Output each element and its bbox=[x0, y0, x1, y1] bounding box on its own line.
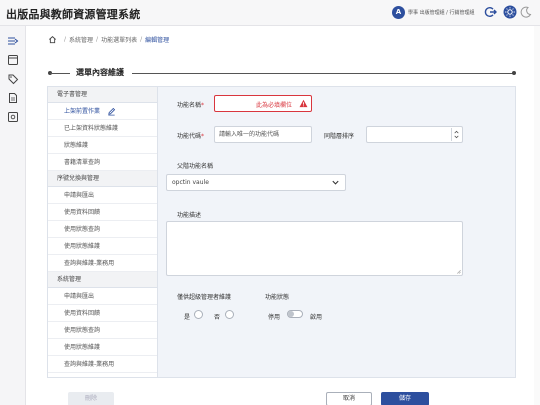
breadcrumb-separator: / bbox=[140, 35, 143, 43]
sibling-order-input[interactable] bbox=[366, 126, 463, 143]
home-icon[interactable] bbox=[48, 35, 57, 44]
function-name-label-text: 功能名稱 bbox=[177, 102, 202, 109]
settings-doc-icon[interactable] bbox=[7, 111, 19, 123]
function-code-input[interactable]: 請輸入唯一的功能代碼 bbox=[214, 126, 312, 143]
status-disable-label: 停用 bbox=[268, 314, 281, 321]
sibling-order-label: 同階層排序 bbox=[324, 133, 355, 140]
submenu-item-usage-maintenance[interactable]: 使用狀態維護 bbox=[48, 238, 157, 255]
function-status-toggle[interactable] bbox=[287, 310, 303, 318]
cancel-button[interactable]: 取消 bbox=[326, 392, 372, 405]
submenu-item-usage-maintenance[interactable]: 使用狀態維護 bbox=[48, 339, 157, 356]
section-line-dot bbox=[512, 71, 516, 75]
submenu-item-usage-query[interactable]: 使用狀態查詢 bbox=[48, 322, 157, 339]
function-code-label: 功能代碼* bbox=[177, 131, 204, 140]
submenu-item-apply-export[interactable]: 申請與匯出 bbox=[48, 187, 157, 204]
admin-only-yes-label: 是 bbox=[184, 314, 191, 321]
logout-icon[interactable] bbox=[484, 5, 498, 19]
submenu-item-query-sales[interactable]: 查詢與維護-業務用 bbox=[48, 255, 157, 272]
submenu-item-pre-launch[interactable]: 上架前置作業 bbox=[48, 103, 157, 120]
admin-only-no-radio[interactable] bbox=[225, 310, 234, 319]
app-header: 出版品與教師資源管理系統 A 學事 出版管理組 / 行銷管理組 bbox=[0, 0, 540, 26]
admin-only-yes-radio[interactable] bbox=[194, 310, 203, 319]
submenu-item-usage-feedback[interactable]: 使用資料回饋 bbox=[48, 204, 157, 221]
section-divider-left bbox=[50, 73, 70, 74]
user-name[interactable]: 學事 出版管理組 / 行銷管理組 bbox=[408, 9, 474, 16]
stepper-arrows-icon[interactable] bbox=[451, 128, 461, 141]
admin-only-label: 僅供超級管理者維護 bbox=[177, 294, 232, 301]
tag-icon[interactable] bbox=[7, 73, 19, 85]
breadcrumb-item-current: 編輯管理 bbox=[145, 36, 170, 44]
submenu-item-usage-query[interactable]: 使用狀態查詢 bbox=[48, 221, 157, 238]
required-mark: * bbox=[201, 133, 205, 140]
parent-function-select[interactable]: opctin vaule bbox=[166, 174, 346, 191]
parent-function-label: 父階功能名稱 bbox=[177, 163, 214, 170]
breadcrumb-separator: / bbox=[64, 35, 67, 43]
chevron-down-icon bbox=[332, 180, 339, 185]
save-button[interactable]: 儲存 bbox=[381, 392, 429, 405]
user-avatar[interactable]: A bbox=[392, 6, 405, 19]
submenu-item-status-maintenance[interactable]: 狀態維護 bbox=[48, 137, 157, 154]
submenu-group-serial[interactable]: 序號兌換與管理 bbox=[48, 171, 157, 187]
required-mark: * bbox=[201, 102, 205, 109]
breadcrumb: / 系統管理 / 功能選單列表 / 編輯管理 bbox=[48, 33, 169, 45]
left-rail bbox=[0, 26, 26, 405]
function-description-textarea[interactable] bbox=[166, 221, 463, 276]
submenu-item-usage-feedback[interactable]: 使用資料回饋 bbox=[48, 305, 157, 322]
function-name-error: 此為必填欄位 bbox=[256, 102, 293, 109]
parent-function-value: opctin vaule bbox=[172, 179, 209, 186]
edit-icon bbox=[108, 107, 116, 116]
dark-mode-icon[interactable] bbox=[519, 5, 533, 19]
submenu-item-listed-status[interactable]: 已上架資料狀態維護 bbox=[48, 120, 157, 137]
admin-only-no-label: 否 bbox=[214, 314, 221, 321]
resize-handle-icon[interactable] bbox=[456, 269, 461, 274]
delete-button[interactable]: 刪除 bbox=[68, 392, 114, 405]
breadcrumb-item-system[interactable]: 系統管理 bbox=[69, 35, 93, 44]
document-icon[interactable] bbox=[7, 92, 19, 104]
app-title: 出版品與教師資源管理系統 bbox=[6, 8, 141, 21]
breadcrumb-item-menu-list[interactable]: 功能選單列表 bbox=[101, 35, 137, 44]
function-submenu: 電子書管理 上架前置作業 已上架資料狀態維護 狀態維護 書籍清單查詢 序號兌換與… bbox=[47, 86, 158, 378]
function-status-label: 功能狀態 bbox=[265, 294, 290, 301]
section-divider-right bbox=[132, 73, 514, 74]
warning-icon bbox=[299, 99, 308, 108]
submenu-item-label: 上架前置作業 bbox=[64, 108, 101, 115]
submenu-group-ebook[interactable]: 電子書管理 bbox=[48, 87, 157, 103]
expand-menu-icon[interactable] bbox=[7, 35, 19, 47]
page-scrollbar[interactable] bbox=[534, 26, 540, 405]
section-title: 選單內容維護 bbox=[73, 67, 127, 78]
light-mode-icon[interactable] bbox=[503, 5, 517, 19]
function-name-label: 功能名稱* bbox=[177, 100, 204, 109]
function-name-input[interactable]: 此為必填欄位 bbox=[214, 95, 312, 112]
submenu-group-system[interactable]: 系統管理 bbox=[48, 272, 157, 288]
function-description-label: 功能描述 bbox=[177, 212, 202, 219]
submenu-item-book-list[interactable]: 書籍清單查詢 bbox=[48, 154, 157, 171]
submenu-item-apply-export[interactable]: 申請與匯出 bbox=[48, 288, 157, 305]
submenu-item-query-sales[interactable]: 查詢與維護-業務用 bbox=[48, 356, 157, 373]
status-enable-label: 啟用 bbox=[310, 314, 323, 321]
function-code-label-text: 功能代碼 bbox=[177, 133, 202, 140]
breadcrumb-separator: / bbox=[96, 35, 99, 43]
book-icon[interactable] bbox=[7, 54, 19, 66]
toggle-knob bbox=[288, 311, 294, 317]
